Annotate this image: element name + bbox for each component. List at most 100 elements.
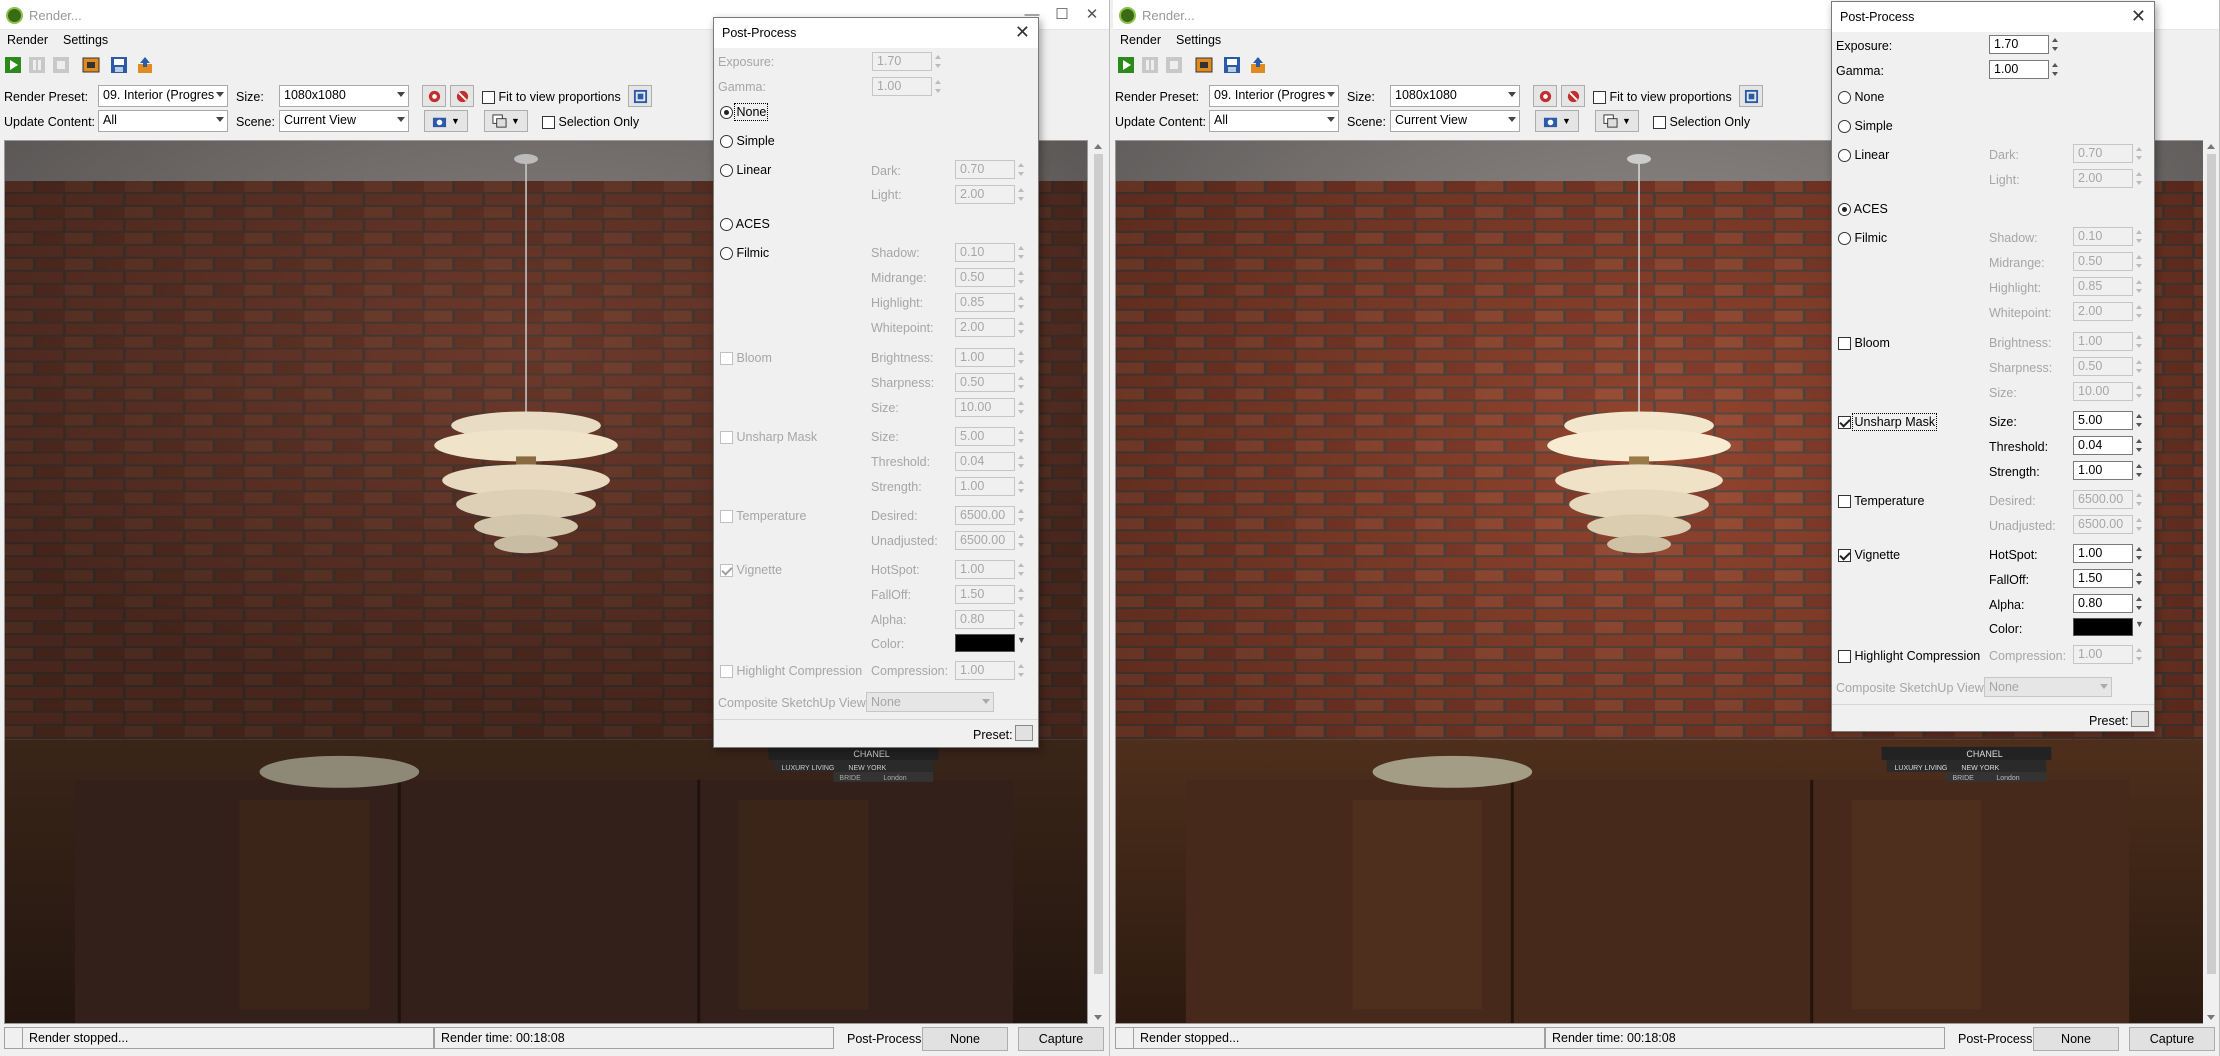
- highlight-field[interactable]: 0.85: [955, 293, 1015, 312]
- spin-arrows-icon[interactable]: [2134, 645, 2145, 664]
- radio-aces[interactable]: ACES: [720, 217, 770, 232]
- fit-checkbox[interactable]: Fit to view proportions: [1593, 90, 1732, 105]
- export-button[interactable]: [1247, 54, 1269, 76]
- vertical-scrollbar[interactable]: [2203, 140, 2219, 1024]
- update-content-select[interactable]: All: [1209, 110, 1339, 132]
- midrange-field[interactable]: 0.50: [2073, 252, 2133, 271]
- desired-field[interactable]: 6500.00: [955, 506, 1015, 525]
- chevron-down-icon[interactable]: ▼: [1017, 635, 1026, 645]
- radio-linear[interactable]: Linear: [1838, 148, 1889, 163]
- camera-settings-button[interactable]: [422, 85, 446, 107]
- alpha-field[interactable]: 0.80: [955, 610, 1015, 629]
- spin-arrows-icon[interactable]: [2134, 490, 2145, 509]
- unsharp-size-field[interactable]: 5.00: [955, 427, 1015, 446]
- render-region-button[interactable]: [80, 54, 102, 76]
- bloom-checkbox[interactable]: Bloom: [720, 351, 772, 366]
- hotspot-field[interactable]: 1.00: [2073, 544, 2133, 563]
- unadjusted-field[interactable]: 6500.00: [2073, 515, 2133, 534]
- spin-arrows-icon[interactable]: [1016, 531, 1027, 550]
- camera-settings-button[interactable]: [1533, 85, 1557, 107]
- light-field[interactable]: 2.00: [955, 185, 1015, 204]
- unsharp-mask-checkbox[interactable]: Unsharp Mask: [720, 430, 817, 445]
- pause-render-button[interactable]: [26, 54, 48, 76]
- spin-arrows-icon[interactable]: [1016, 427, 1027, 446]
- spin-arrows-icon[interactable]: [1016, 661, 1027, 680]
- layers-dropdown[interactable]: ▼: [484, 110, 528, 132]
- radio-simple[interactable]: Simple: [1838, 119, 1893, 134]
- menu-render[interactable]: Render: [1113, 30, 1169, 47]
- stop-render-button[interactable]: [50, 54, 72, 76]
- spin-arrows-icon[interactable]: [1016, 610, 1027, 629]
- brightness-field[interactable]: 1.00: [955, 348, 1015, 367]
- render-region-button[interactable]: [1193, 54, 1215, 76]
- temperature-checkbox[interactable]: Temperature: [720, 509, 806, 524]
- desired-field[interactable]: 6500.00: [2073, 490, 2133, 509]
- preset-menu-icon[interactable]: [1015, 725, 1033, 741]
- bloom-checkbox[interactable]: Bloom: [1838, 336, 1890, 351]
- capture-button[interactable]: Capture: [2129, 1027, 2215, 1051]
- compression-field[interactable]: 1.00: [955, 661, 1015, 680]
- spin-arrows-icon[interactable]: [1016, 318, 1027, 337]
- exposure-field[interactable]: 1.70: [1989, 35, 2049, 54]
- vertical-scrollbar[interactable]: [1090, 140, 1107, 1024]
- spin-arrows-icon[interactable]: [933, 77, 944, 96]
- vignette-checkbox[interactable]: Vignette: [720, 563, 782, 578]
- export-button[interactable]: [134, 54, 156, 76]
- size-select[interactable]: 1080x1080: [1390, 85, 1520, 107]
- save-image-button[interactable]: [1221, 54, 1243, 76]
- spin-arrows-icon[interactable]: [2134, 302, 2145, 321]
- unsharp-size-field[interactable]: 5.00: [2073, 411, 2133, 430]
- preset-menu-icon[interactable]: [2131, 711, 2149, 727]
- radio-filmic[interactable]: Filmic: [720, 246, 769, 261]
- shadow-field[interactable]: 0.10: [2073, 227, 2133, 246]
- post-process-button[interactable]: None: [922, 1027, 1008, 1051]
- vignette-checkbox[interactable]: Vignette: [1838, 548, 1900, 563]
- dark-field[interactable]: 0.70: [955, 160, 1015, 179]
- highlight-compression-checkbox[interactable]: Highlight Compression: [1838, 649, 1980, 664]
- spin-arrows-icon[interactable]: [2134, 169, 2145, 188]
- radio-simple[interactable]: Simple: [720, 134, 775, 149]
- spin-arrows-icon[interactable]: [1016, 243, 1027, 262]
- bloom-size-field[interactable]: 10.00: [2073, 382, 2133, 401]
- frame-button[interactable]: [1739, 85, 1763, 107]
- dark-field[interactable]: 0.70: [2073, 144, 2133, 163]
- falloff-field[interactable]: 1.50: [2073, 569, 2133, 588]
- spin-arrows-icon[interactable]: [1016, 293, 1027, 312]
- menu-render[interactable]: Render: [0, 30, 56, 47]
- post-process-button[interactable]: None: [2033, 1027, 2119, 1051]
- midrange-field[interactable]: 0.50: [955, 268, 1015, 287]
- spin-arrows-icon[interactable]: [1016, 560, 1027, 579]
- close-icon[interactable]: ✕: [2131, 6, 2146, 27]
- spin-arrows-icon[interactable]: [2050, 60, 2061, 79]
- spin-arrows-icon[interactable]: [2134, 357, 2145, 376]
- highlight-compression-checkbox[interactable]: Highlight Compression: [720, 664, 862, 679]
- composite-select[interactable]: None: [866, 692, 994, 712]
- close-icon[interactable]: ✕: [1079, 3, 1105, 27]
- spin-arrows-icon[interactable]: [2134, 411, 2145, 430]
- unsharp-mask-checkbox[interactable]: Unsharp Mask: [1838, 413, 1938, 431]
- spin-arrows-icon[interactable]: [1016, 585, 1027, 604]
- spin-arrows-icon[interactable]: [1016, 452, 1027, 471]
- radio-none[interactable]: None: [1838, 90, 1884, 105]
- gamma-field[interactable]: 1.00: [872, 77, 932, 96]
- spin-arrows-icon[interactable]: [1016, 268, 1027, 287]
- hotspot-field[interactable]: 1.00: [955, 560, 1015, 579]
- maximize-icon[interactable]: ☐: [1049, 3, 1075, 27]
- composite-select[interactable]: None: [1984, 677, 2112, 697]
- start-render-button[interactable]: [2, 54, 24, 76]
- chevron-down-icon[interactable]: ▼: [2135, 619, 2144, 629]
- bloom-size-field[interactable]: 10.00: [955, 398, 1015, 417]
- sharpness-field[interactable]: 0.50: [955, 373, 1015, 392]
- selection-only-checkbox[interactable]: Selection Only: [1653, 115, 1750, 130]
- camera-view-dropdown[interactable]: ▼: [424, 110, 468, 132]
- highlight-field[interactable]: 0.85: [2073, 277, 2133, 296]
- scene-select[interactable]: Current View: [1390, 110, 1520, 132]
- gamma-field[interactable]: 1.00: [1989, 60, 2049, 79]
- menu-settings[interactable]: Settings: [1169, 30, 1229, 47]
- spin-arrows-icon[interactable]: [2134, 252, 2145, 271]
- update-content-select[interactable]: All: [98, 110, 228, 132]
- scene-select[interactable]: Current View: [279, 110, 409, 132]
- render-preset-select[interactable]: 09. Interior (Progres: [98, 85, 228, 107]
- spin-arrows-icon[interactable]: [2134, 461, 2145, 480]
- shadow-field[interactable]: 0.10: [955, 243, 1015, 262]
